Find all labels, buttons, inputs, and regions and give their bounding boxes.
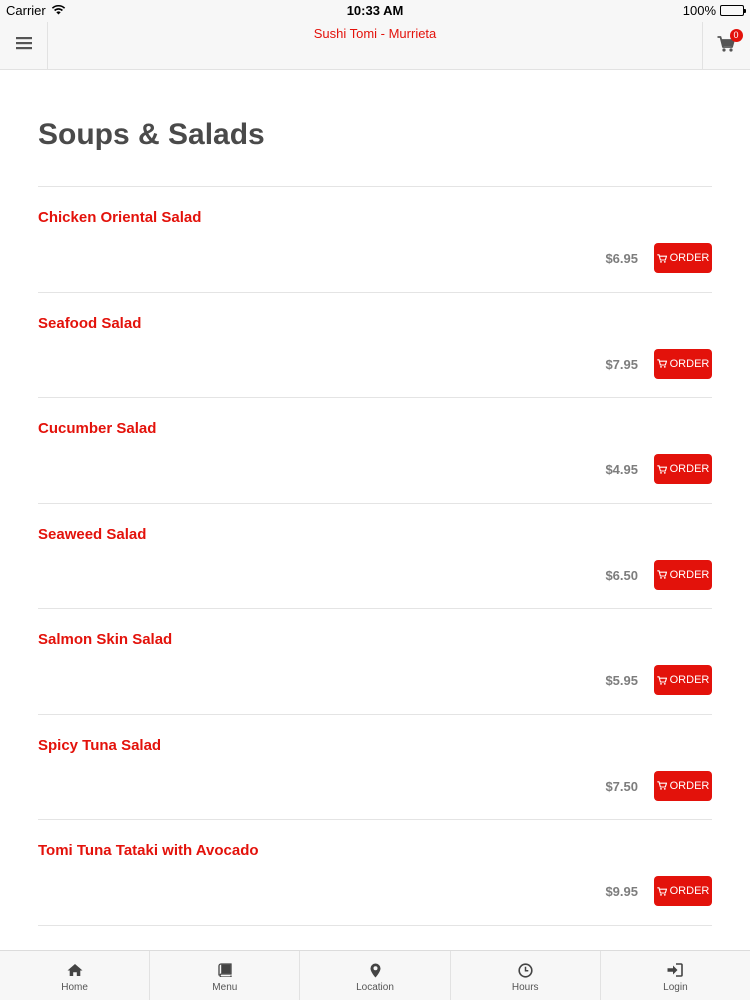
item-price: $7.95 (605, 356, 638, 372)
order-label: ORDER (669, 357, 710, 370)
item-price: $6.95 (605, 251, 638, 266)
status-bar: Carrier 10:33 AM 100% (0, 0, 750, 22)
section-title: Soups & Salads (38, 118, 265, 151)
item-name[interactable]: Tomi Tuna Tataki with Avocado (38, 842, 259, 859)
order-button[interactable]: ORDER (654, 243, 712, 273)
item-price: $9.95 (605, 884, 638, 899)
order-label: ORDER (669, 674, 710, 686)
item-name[interactable]: Cucumber Salad (38, 420, 156, 437)
menu-item: Chicken Oriental Salad $6.95 ORDER (38, 187, 712, 293)
tab-login-label: Login (663, 982, 688, 993)
cart-icon (656, 359, 667, 368)
shopping-cart-icon (717, 35, 735, 56)
order-label: ORDER (669, 252, 710, 264)
order-label: ORDER (669, 779, 710, 792)
sign-in-icon (667, 962, 684, 978)
bottom-tab-bar: Home Menu Location Hours Login (0, 950, 750, 1000)
cart-icon (656, 464, 667, 474)
item-name[interactable]: Chicken Oriental Salad (38, 209, 201, 226)
menu-item: Salmon Skin Salad $5.95 ORDER (38, 609, 712, 715)
cart-button[interactable]: 0 (702, 22, 750, 69)
order-button[interactable]: ORDER (654, 665, 712, 695)
order-label: ORDER (669, 568, 710, 581)
menu-item: Cucumber Salad $4.95 ORDER (38, 398, 712, 504)
tab-home-label: Home (61, 982, 88, 993)
tab-location-label: Location (356, 982, 394, 993)
item-name[interactable]: Spicy Tuna Salad (38, 737, 161, 754)
order-button[interactable]: ORDER (654, 559, 712, 590)
battery-percent: 100% (682, 3, 716, 18)
tab-location[interactable]: Location (300, 951, 451, 1000)
menu-item: Tomi Tuna Tataki with Avocado $9.95 ORDE… (38, 820, 712, 926)
item-name[interactable]: Seaweed Salad (38, 526, 146, 543)
item-price: $5.95 (605, 673, 638, 688)
menu-item: Spicy Tuna Salad $7.50 ORDER (38, 715, 712, 820)
cart-icon (656, 570, 667, 579)
order-label: ORDER (669, 463, 710, 475)
book-icon (218, 962, 232, 978)
tab-home[interactable]: Home (0, 951, 151, 1000)
item-price: $6.50 (605, 567, 638, 583)
order-label: ORDER (669, 885, 710, 897)
home-icon (67, 962, 83, 978)
order-button[interactable]: ORDER (654, 876, 712, 906)
order-button[interactable]: ORDER (654, 770, 712, 801)
menu-item-list: Chicken Oriental Salad $6.95 ORDER Seafo… (38, 187, 712, 926)
tab-hours[interactable]: Hours (451, 951, 601, 1000)
menu-item: Seafood Salad $7.95 ORDER (38, 293, 712, 398)
tab-login[interactable]: Login (601, 951, 750, 1000)
menu-content[interactable]: Soups & Salads Chicken Oriental Salad $6… (0, 70, 750, 950)
cart-icon (656, 253, 667, 263)
cart-count-badge: 0 (729, 28, 743, 42)
status-right: 100% (682, 3, 746, 18)
item-price: $4.95 (605, 462, 638, 477)
cart-icon (656, 781, 667, 790)
item-name[interactable]: Seafood Salad (38, 315, 141, 332)
cart-icon (656, 675, 667, 685)
item-name[interactable]: Salmon Skin Salad (38, 631, 172, 648)
order-button[interactable]: ORDER (654, 454, 712, 484)
battery-icon (720, 5, 746, 16)
clock-icon (518, 962, 533, 978)
tab-menu[interactable]: Menu (150, 951, 301, 1000)
tab-hours-label: Hours (511, 982, 539, 993)
item-price: $7.50 (605, 778, 638, 794)
tab-menu-label: Menu (212, 982, 238, 993)
order-button[interactable]: ORDER (654, 348, 712, 379)
status-time: 10:33 AM (346, 3, 404, 18)
restaurant-title: Sushi Tomi - Murrieta (313, 26, 437, 41)
nav-bar: Sushi Tomi - Murrieta 0 (0, 22, 750, 70)
map-marker-icon (370, 962, 381, 978)
menu-item: Seaweed Salad $6.50 ORDER (38, 504, 712, 609)
cart-icon (656, 886, 667, 896)
